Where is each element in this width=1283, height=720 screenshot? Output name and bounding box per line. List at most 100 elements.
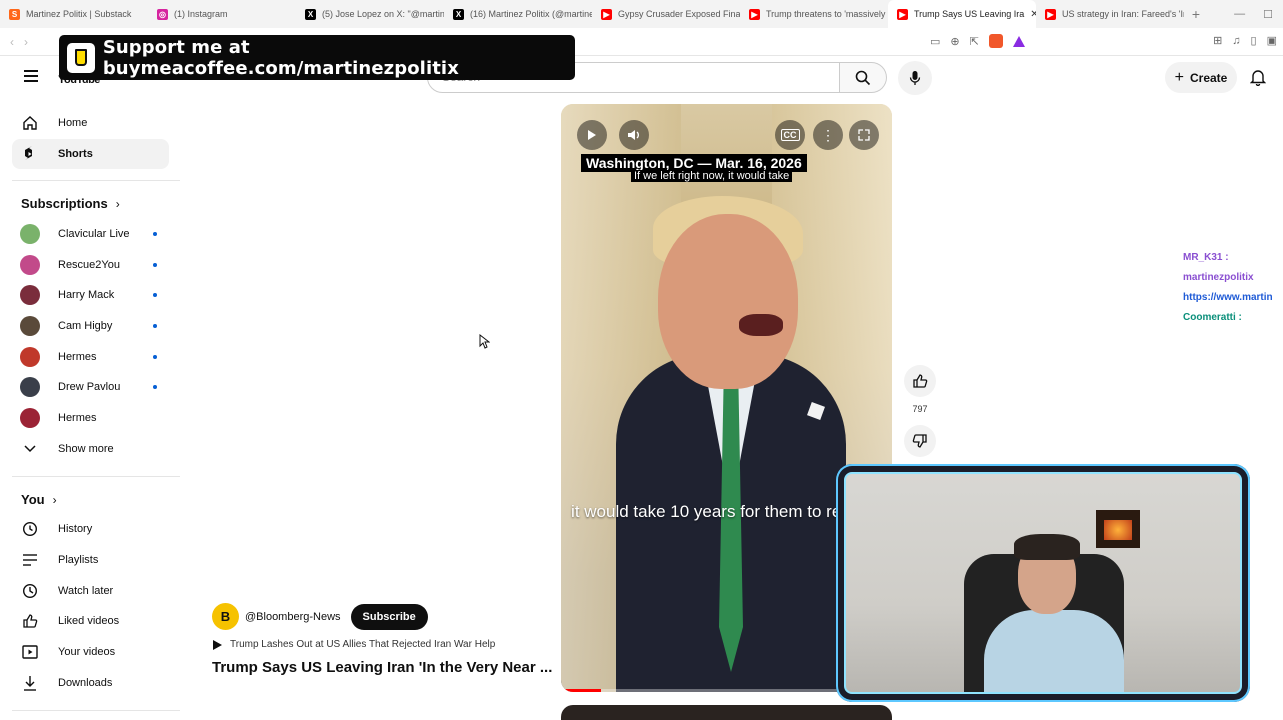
sidebar-item-subscription[interactable]: Harry Mack [12, 280, 169, 310]
play-button[interactable] [577, 120, 607, 150]
sidebar-item-shorts[interactable]: Shorts [12, 139, 169, 169]
avatar [20, 285, 40, 305]
chevron-down-icon [20, 445, 40, 453]
sidebar-item-subscription[interactable]: Drew Pavlou [12, 372, 169, 402]
channel-avatar[interactable]: B [212, 603, 239, 630]
sidebar-item-subscription[interactable]: Hermes [12, 403, 169, 433]
chat-username: Coomeratti : [1183, 312, 1242, 323]
channel-name[interactable]: @Bloomberg-News [245, 611, 341, 623]
more-options-button[interactable]: ⋮ [813, 120, 843, 150]
notifications-button[interactable] [1249, 68, 1267, 91]
play-icon [588, 130, 596, 140]
dislike-button[interactable] [904, 425, 936, 457]
youtube-icon: ▶ [897, 8, 908, 20]
you-heading[interactable]: You › [21, 492, 57, 507]
search-button[interactable] [840, 62, 887, 93]
brave-shield-icon[interactable] [988, 34, 1003, 48]
video-title[interactable]: Trump Says US Leaving Iran 'In the Very … [212, 659, 552, 676]
avatar [20, 377, 40, 397]
captions-button[interactable]: CC [775, 120, 805, 150]
browser-tab[interactable]: ◎ (1) Instagram [148, 0, 296, 28]
forward-icon[interactable]: › [24, 35, 28, 49]
avatar [20, 347, 40, 367]
channel-avatar-wrap [20, 224, 40, 244]
browser-tab[interactable]: ▶ Gypsy Crusader Exposed Finale [592, 0, 740, 28]
video-subtitle-top: If we left right now, it would take [631, 170, 793, 182]
sidebar-item-watch-later[interactable]: Watch later [12, 576, 169, 606]
play-icon [213, 639, 222, 650]
sidebar-item-playlists[interactable]: Playlists [12, 545, 169, 575]
volume-button[interactable] [619, 120, 649, 150]
sidebar-item-liked-videos[interactable]: Liked videos [12, 606, 169, 636]
sidebar-item-label: Harry Mack [58, 289, 115, 301]
bell-icon [1249, 70, 1267, 87]
cast-icon[interactable]: ▭ [930, 35, 940, 48]
wallet-icon[interactable]: ▣ [1267, 34, 1277, 47]
shorts-icon [20, 145, 40, 163]
thumbs-down-icon [912, 434, 927, 448]
sidebar-item-subscription[interactable]: Clavicular Live [12, 219, 169, 249]
sidebar-item-label: Playlists [58, 554, 99, 566]
nav-buttons: ‹ › [0, 35, 28, 49]
sidebar-item-label: Rescue2You [58, 259, 120, 271]
avatar [20, 316, 40, 336]
divider [12, 476, 180, 477]
media-icon[interactable]: ♫ [1232, 35, 1240, 47]
browser-tab[interactable]: X (16) Martinez Politix (@martinez [444, 0, 592, 28]
home-icon [20, 115, 40, 131]
browser-tab[interactable]: ▶ US strategy in Iran: Fareed's 'Ir [1036, 0, 1184, 28]
sidebar-item-label: Home [58, 117, 88, 129]
you-title: You [21, 492, 45, 507]
sidebar-item-history[interactable]: History [12, 514, 169, 544]
thumbs-up-icon [913, 374, 928, 388]
more-vertical-icon: ⋮ [821, 127, 835, 143]
browser-tab[interactable]: X (5) Jose Lopez on X: "@martinez [296, 0, 444, 28]
subscriptions-heading[interactable]: Subscriptions › [21, 196, 120, 211]
related-video-link[interactable]: Trump Lashes Out at US Allies That Rejec… [213, 639, 495, 650]
sidebar-item-your-videos[interactable]: Your videos [12, 637, 169, 667]
share-icon[interactable]: ⇱ [970, 35, 979, 48]
next-short-preview[interactable] [561, 705, 892, 720]
fullscreen-button[interactable] [849, 120, 879, 150]
sidebar-item-downloads[interactable]: Downloads [12, 668, 169, 698]
new-content-dot [153, 324, 157, 328]
subscribe-button[interactable]: Subscribe [350, 603, 428, 630]
clock-icon [20, 583, 40, 599]
sidebar-icon[interactable]: ▯ [1251, 34, 1257, 47]
channel-avatar-wrap [20, 377, 40, 397]
voice-search-button[interactable] [898, 61, 932, 95]
back-icon[interactable]: ‹ [10, 35, 14, 49]
tab-label: Trump Says US Leaving Ira [914, 9, 1025, 19]
sidebar-item-label: Your videos [58, 646, 116, 658]
browser-tab[interactable]: S Martinez Politix | Substack [0, 0, 148, 28]
create-label: Create [1189, 70, 1228, 85]
show-more-button[interactable]: Show more [12, 434, 169, 464]
zoom-icon[interactable]: ⊕ [950, 35, 959, 48]
history-icon [20, 521, 40, 537]
video-icon [20, 645, 40, 659]
sidebar-item-label: Clavicular Live [58, 228, 130, 240]
menu-icon[interactable] [24, 70, 38, 85]
like-button[interactable] [904, 365, 936, 397]
webcam-figure [984, 610, 1124, 692]
support-text: Support me at buymeacoffee.com/martinezp… [102, 36, 459, 79]
create-button[interactable]: + Create [1165, 62, 1237, 93]
sidebar-item-subscription[interactable]: Cam Higby [12, 311, 169, 341]
new-tab-button[interactable]: + [1184, 6, 1208, 22]
chevron-right-icon: › [52, 492, 57, 507]
minimize-icon[interactable]: — [1234, 8, 1245, 21]
rewards-icon[interactable] [1012, 35, 1025, 47]
channel-avatar-wrap [20, 347, 40, 367]
sidebar-item-label: History [58, 523, 93, 535]
sidebar-item-subscription[interactable]: Rescue2You [12, 250, 169, 280]
sidebar-item-home[interactable]: Home [12, 108, 169, 138]
sidebar-item-subscription[interactable]: Hermes [12, 342, 169, 372]
video-progress-fill [561, 689, 601, 692]
extension-icon[interactable]: ⊞ [1213, 34, 1222, 47]
channel-avatar-wrap [20, 316, 40, 336]
browser-tab[interactable]: ▶ Trump threatens to 'massively [740, 0, 888, 28]
youtube-icon: ▶ [1045, 8, 1056, 20]
browser-tab-active[interactable]: ▶ Trump Says US Leaving Ira ✕ [888, 0, 1036, 28]
maximize-icon[interactable]: ☐ [1263, 8, 1273, 21]
channel-avatar-wrap [20, 285, 40, 305]
